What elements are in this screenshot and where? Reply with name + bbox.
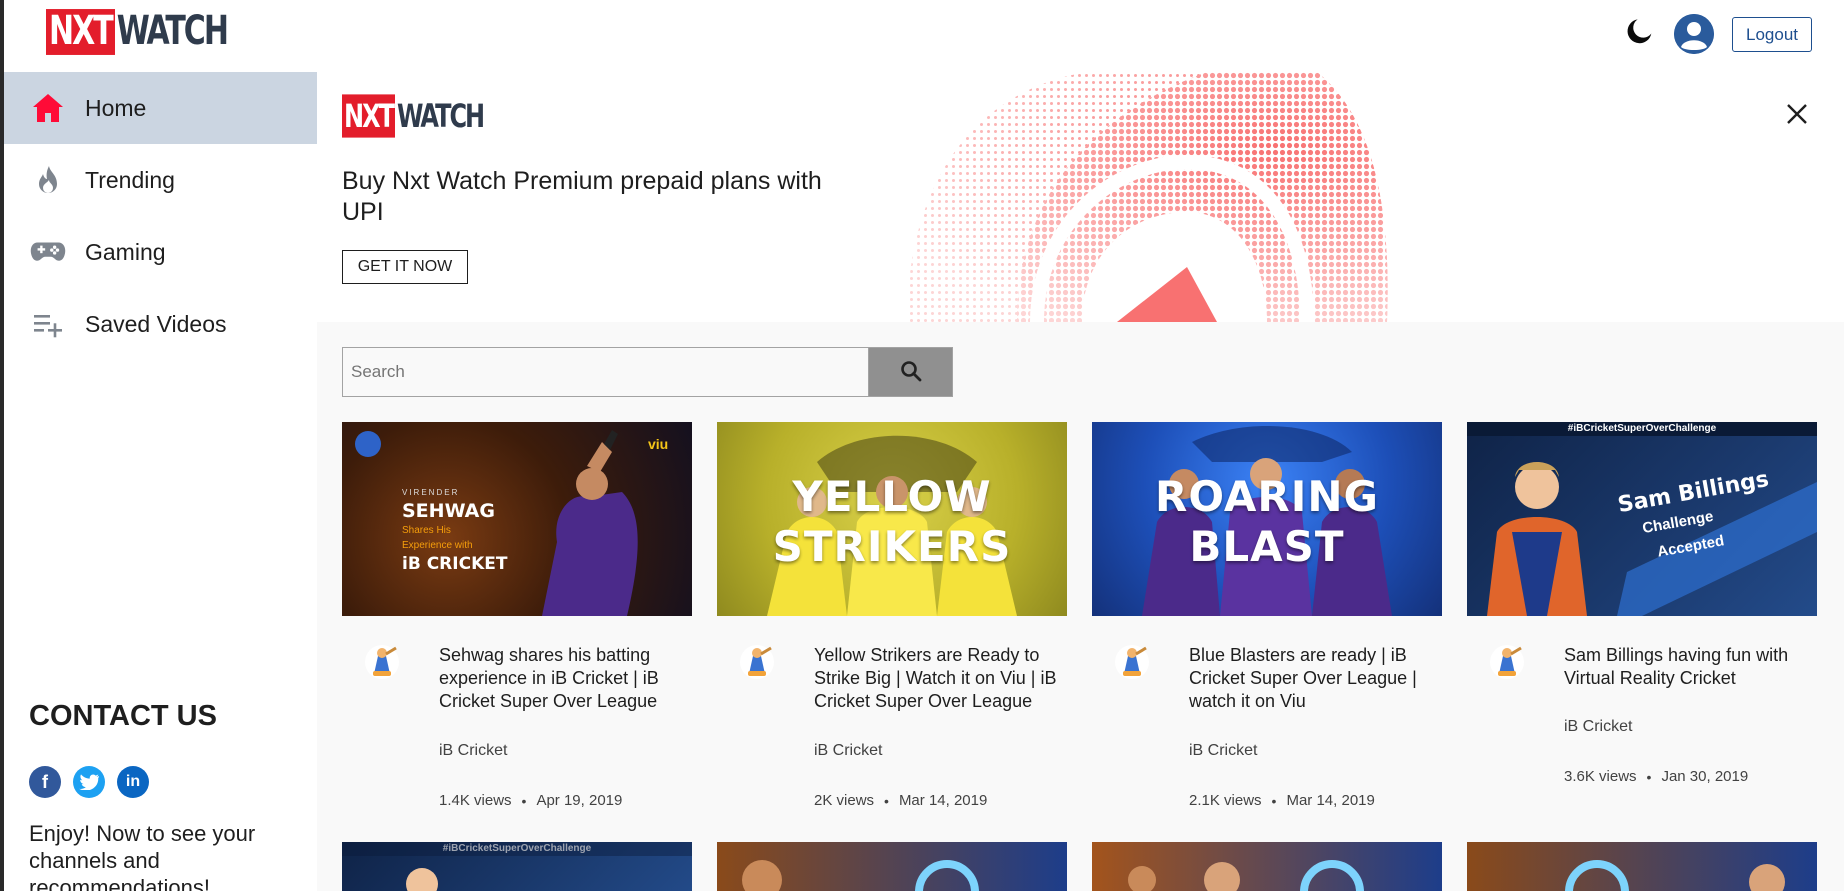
publish-date: Mar 14, 2019 xyxy=(1286,792,1375,809)
video-feed: VIRENDER SEHWAG Shares His Experience wi… xyxy=(317,322,1844,891)
channel-logo-icon xyxy=(364,644,400,680)
sidebar-item-gaming[interactable]: Gaming xyxy=(4,216,317,288)
video-thumbnail[interactable] xyxy=(1092,842,1442,891)
video-meta: 2.1K views • Mar 14, 2019 xyxy=(1189,792,1375,809)
video-thumbnail[interactable]: ROARING BLAST xyxy=(1092,422,1442,616)
channel-name: iB Cricket xyxy=(439,742,508,759)
sidebar-item-label: Saved Videos xyxy=(85,310,227,337)
sidebar: Home Trending Gaming Saved Videos CONTAC… xyxy=(0,72,317,891)
close-icon[interactable] xyxy=(1779,96,1815,132)
thumb-caption: #iBCricketSuperOverChallenge xyxy=(1567,423,1717,434)
sidebar-item-label: Trending xyxy=(85,166,175,193)
publish-date: Mar 14, 2019 xyxy=(898,792,988,809)
video-thumbnail[interactable]: YELLOW STRIKERS xyxy=(717,422,1067,616)
banner-headline: Buy Nxt Watch Premium prepaid plans with… xyxy=(342,167,822,226)
video-meta: 1.4K views • Apr 19, 2019 xyxy=(439,792,622,809)
view-count: 3.6K views xyxy=(1564,768,1637,785)
banner-logo: NXT WATCH xyxy=(342,94,485,138)
sidebar-item-label: Gaming xyxy=(85,238,166,265)
contact-us-heading: CONTACT US xyxy=(29,700,217,732)
channel-logo-icon xyxy=(1489,644,1525,680)
logo-watch-text: WATCH xyxy=(116,7,229,55)
publish-date: Jan 30, 2019 xyxy=(1661,768,1749,785)
twitter-icon[interactable] xyxy=(73,766,105,798)
linkedin-icon[interactable]: in xyxy=(117,766,149,798)
video-title[interactable]: Blue Blasters are ready | iB Cricket Sup… xyxy=(1189,644,1444,713)
meta-separator: • xyxy=(884,792,889,809)
meta-separator: • xyxy=(1271,792,1277,809)
social-links: f in xyxy=(29,766,149,798)
thumb-caption: Shares His xyxy=(402,525,451,536)
get-it-now-button[interactable]: GET IT NOW xyxy=(342,250,468,284)
search-icon xyxy=(900,360,922,385)
thumb-caption: YELLOW xyxy=(792,472,992,521)
viu-badge: viu xyxy=(648,436,669,452)
home-icon xyxy=(30,90,66,126)
thumb-caption: ROARING xyxy=(1154,472,1379,521)
sidebar-item-label: Home xyxy=(85,94,147,121)
thumb-caption: SEHWAG xyxy=(402,500,495,522)
search-bar xyxy=(342,347,953,397)
avatar-icon[interactable] xyxy=(1674,14,1714,54)
search-input[interactable] xyxy=(343,348,868,396)
logo-nxt-text: NXT xyxy=(342,94,395,138)
channel-name: iB Cricket xyxy=(1564,718,1633,735)
search-button[interactable] xyxy=(868,348,952,396)
channel-logo-icon xyxy=(739,644,775,680)
logo-watch-text: WATCH xyxy=(396,97,485,135)
sidebar-item-trending[interactable]: Trending xyxy=(4,144,317,216)
video-title[interactable]: Sehwag shares his batting experience in … xyxy=(439,644,694,713)
sidebar-item-home[interactable]: Home xyxy=(4,72,317,144)
video-meta: 3.6K views • Jan 30, 2019 xyxy=(1564,768,1748,785)
video-thumbnail[interactable]: VIRENDER SEHWAG Shares His Experience wi… xyxy=(342,422,692,616)
sidebar-item-saved-videos[interactable]: Saved Videos xyxy=(4,288,317,360)
thumb-caption: BLAST xyxy=(1189,522,1345,571)
premium-banner: NXT WATCH Buy Nxt Watch Premium prepaid … xyxy=(317,72,1844,322)
thumb-caption: STRIKERS xyxy=(772,522,1012,571)
thumb-caption: iB CRICKET xyxy=(402,554,508,574)
video-title[interactable]: Sam Billings having fun with Virtual Rea… xyxy=(1564,644,1819,690)
banner-illustration xyxy=(887,72,1407,322)
view-count: 2.1K views xyxy=(1189,792,1262,809)
meta-separator: • xyxy=(521,792,527,809)
video-title[interactable]: Yellow Strikers are Ready to Strike Big … xyxy=(814,644,1069,713)
app-root: NXT WATCH Logout Home Trending Gaming Sa… xyxy=(0,0,1844,891)
video-thumbnail[interactable]: #iBCricketSuperOverChallenge Sam Billing… xyxy=(1467,422,1817,616)
video-thumbnail[interactable] xyxy=(717,842,1067,891)
video-thumbnail[interactable]: #iBCricketSuperOverChallenge xyxy=(342,842,692,891)
video-thumbnail[interactable] xyxy=(1467,842,1817,891)
contact-message: Enjoy! Now to see your channels and reco… xyxy=(29,821,256,891)
app-logo[interactable]: NXT WATCH xyxy=(46,7,229,56)
thumb-caption: VIRENDER xyxy=(402,488,460,497)
logout-button[interactable]: Logout xyxy=(1732,17,1812,52)
thumb-caption: Experience with xyxy=(402,540,473,551)
channel-name: iB Cricket xyxy=(814,742,883,759)
channel-name: iB Cricket xyxy=(1189,742,1258,759)
facebook-icon[interactable]: f xyxy=(29,766,61,798)
playlist-add-icon xyxy=(30,306,66,342)
fire-icon xyxy=(30,162,66,198)
view-count: 1.4K views xyxy=(439,792,512,809)
video-meta: 2K views • Mar 14, 2019 xyxy=(814,792,987,809)
logo-nxt-text: NXT xyxy=(46,9,115,55)
gamepad-icon xyxy=(30,234,66,270)
channel-logo-icon xyxy=(1114,644,1150,680)
top-header: NXT WATCH Logout xyxy=(0,0,1844,72)
moon-icon[interactable] xyxy=(1620,14,1656,50)
view-count: 2K views xyxy=(814,792,875,809)
publish-date: Apr 19, 2019 xyxy=(536,792,623,809)
meta-separator: • xyxy=(1646,768,1652,785)
